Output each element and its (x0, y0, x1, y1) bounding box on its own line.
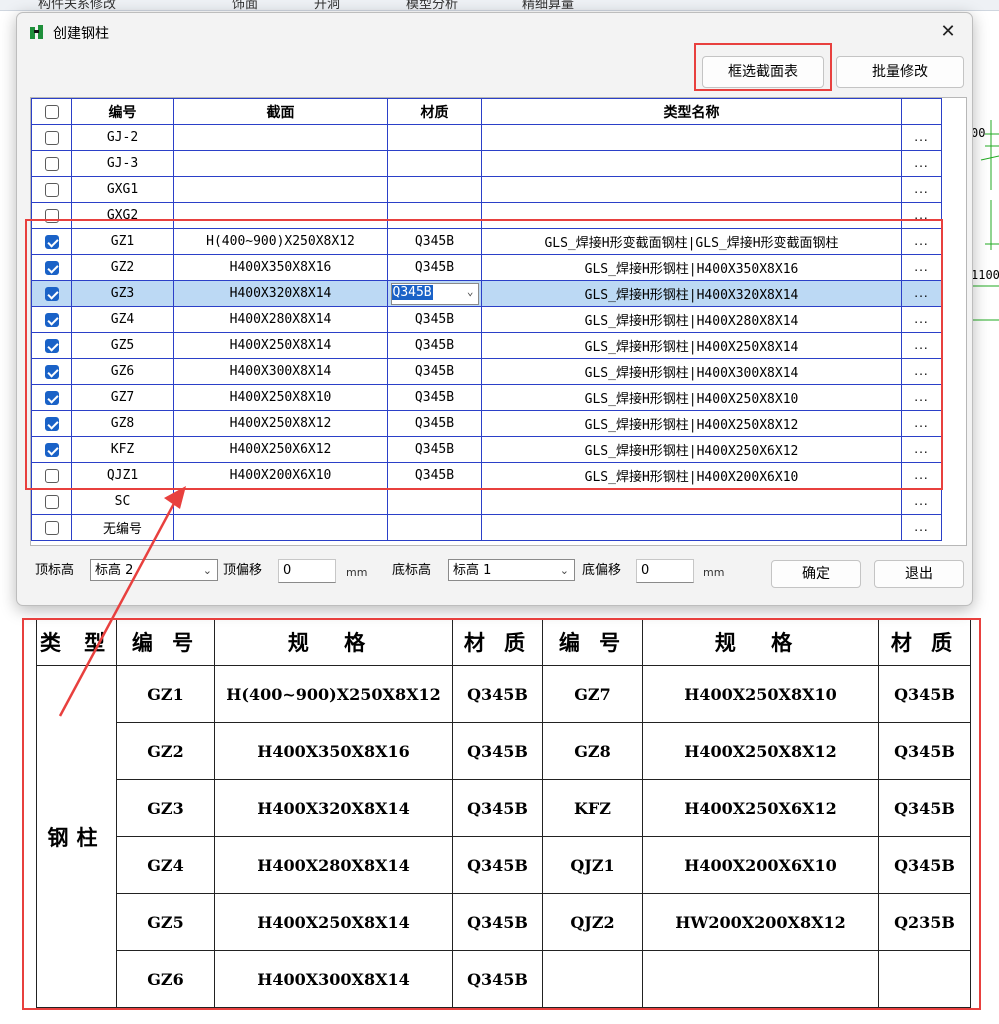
cell-type-name[interactable] (481, 514, 902, 541)
more-button-cell[interactable]: ... (901, 150, 942, 177)
table-row[interactable]: SC... (31, 488, 942, 515)
more-button[interactable]: ... (914, 182, 928, 196)
menu-item[interactable]: 构件关系修改 (38, 0, 116, 10)
annotation-highlight-button (694, 43, 832, 91)
more-button[interactable]: ... (914, 156, 928, 170)
top-offset-input[interactable]: 0 (278, 559, 336, 583)
close-icon[interactable]: ✕ (934, 19, 962, 45)
background-menubar: 构件关系修改 饰面 开洞 模型分析 精细算量 (0, 0, 999, 11)
more-button-cell[interactable]: ... (901, 514, 942, 541)
top-offset-label: 顶偏移 (223, 563, 263, 578)
more-button[interactable]: ... (914, 520, 928, 534)
row-checkbox[interactable] (44, 520, 59, 535)
row-checkbox-cell[interactable] (31, 488, 72, 515)
cell-code[interactable]: SC (71, 488, 174, 515)
bottom-offset-unit: mm (703, 566, 725, 579)
cell-code[interactable]: GJ-3 (71, 150, 174, 177)
menu-item[interactable]: 饰面 (232, 0, 258, 10)
bottom-elevation-label: 底标高 (392, 563, 432, 578)
batch-modify-button[interactable]: 批量修改 (836, 56, 964, 88)
cell-section[interactable] (173, 150, 388, 177)
column-header-section[interactable]: 截面 (173, 98, 388, 125)
row-checkbox-cell[interactable] (31, 176, 72, 203)
more-button[interactable]: ... (914, 130, 928, 144)
cell-type-name[interactable] (481, 150, 902, 177)
cell-material[interactable] (387, 514, 482, 541)
more-button-cell[interactable]: ... (901, 176, 942, 203)
chevron-down-icon: ⌄ (559, 564, 569, 577)
bottom-offset-label: 底偏移 (582, 563, 622, 578)
cell-material[interactable] (387, 150, 482, 177)
cell-code[interactable]: GJ-2 (71, 124, 174, 151)
select-all-checkbox[interactable] (44, 104, 59, 119)
cell-material[interactable] (387, 176, 482, 203)
cad-dimension-label: 00 (971, 126, 986, 140)
bottom-elevation-select[interactable]: 标高 1 ⌄ (448, 559, 575, 581)
top-elevation-value: 标高 2 (95, 563, 134, 578)
cad-canvas-strip: 00 1100 (971, 100, 999, 340)
column-header-type-name[interactable]: 类型名称 (481, 98, 902, 125)
top-offset-unit: mm (346, 566, 368, 579)
annotation-highlight-rows (25, 219, 943, 490)
bottom-elevation-value: 标高 1 (453, 563, 492, 578)
dialog-title: 创建钢柱 (53, 26, 109, 42)
column-header-code[interactable]: 编号 (71, 98, 174, 125)
cell-section[interactable] (173, 514, 388, 541)
menu-item[interactable]: 精细算量 (522, 0, 574, 10)
cell-type-name[interactable] (481, 176, 902, 203)
annotation-highlight-cad-table (22, 618, 981, 1010)
cad-dimension-label: 1100 (971, 268, 999, 282)
steel-column-app-icon (30, 25, 43, 39)
menu-item[interactable]: 模型分析 (406, 0, 458, 10)
cell-type-name[interactable] (481, 488, 902, 515)
column-header-spacer (901, 98, 942, 125)
row-checkbox-cell[interactable] (31, 124, 72, 151)
exit-button[interactable]: 退出 (874, 560, 964, 588)
cell-section[interactable] (173, 124, 388, 151)
row-checkbox[interactable] (44, 494, 59, 509)
column-header-material[interactable]: 材质 (387, 98, 482, 125)
cell-code[interactable]: GXG1 (71, 176, 174, 203)
select-all-header[interactable] (31, 98, 72, 125)
cell-material[interactable] (387, 488, 482, 515)
cell-section[interactable] (173, 488, 388, 515)
table-row[interactable]: GJ-2... (31, 124, 942, 151)
bottom-offset-input[interactable]: 0 (636, 559, 694, 583)
cell-section[interactable] (173, 176, 388, 203)
table-row[interactable]: 无编号... (31, 514, 942, 541)
row-checkbox[interactable] (44, 156, 59, 171)
more-button-cell[interactable]: ... (901, 488, 942, 515)
ok-button[interactable]: 确定 (771, 560, 861, 588)
more-button[interactable]: ... (914, 494, 928, 508)
table-header-row: 编号 截面 材质 类型名称 (31, 98, 942, 125)
table-row[interactable]: GJ-3... (31, 150, 942, 177)
cell-type-name[interactable] (481, 124, 902, 151)
top-elevation-label: 顶标高 (35, 563, 75, 578)
row-checkbox[interactable] (44, 130, 59, 145)
cell-material[interactable] (387, 124, 482, 151)
cell-code[interactable]: 无编号 (71, 514, 174, 541)
row-checkbox[interactable] (44, 182, 59, 197)
more-button-cell[interactable]: ... (901, 124, 942, 151)
top-elevation-select[interactable]: 标高 2 ⌄ (90, 559, 218, 581)
row-checkbox-cell[interactable] (31, 150, 72, 177)
chevron-down-icon: ⌄ (202, 564, 212, 577)
row-checkbox-cell[interactable] (31, 514, 72, 541)
menu-item[interactable]: 开洞 (314, 0, 340, 10)
table-row[interactable]: GXG1... (31, 176, 942, 203)
